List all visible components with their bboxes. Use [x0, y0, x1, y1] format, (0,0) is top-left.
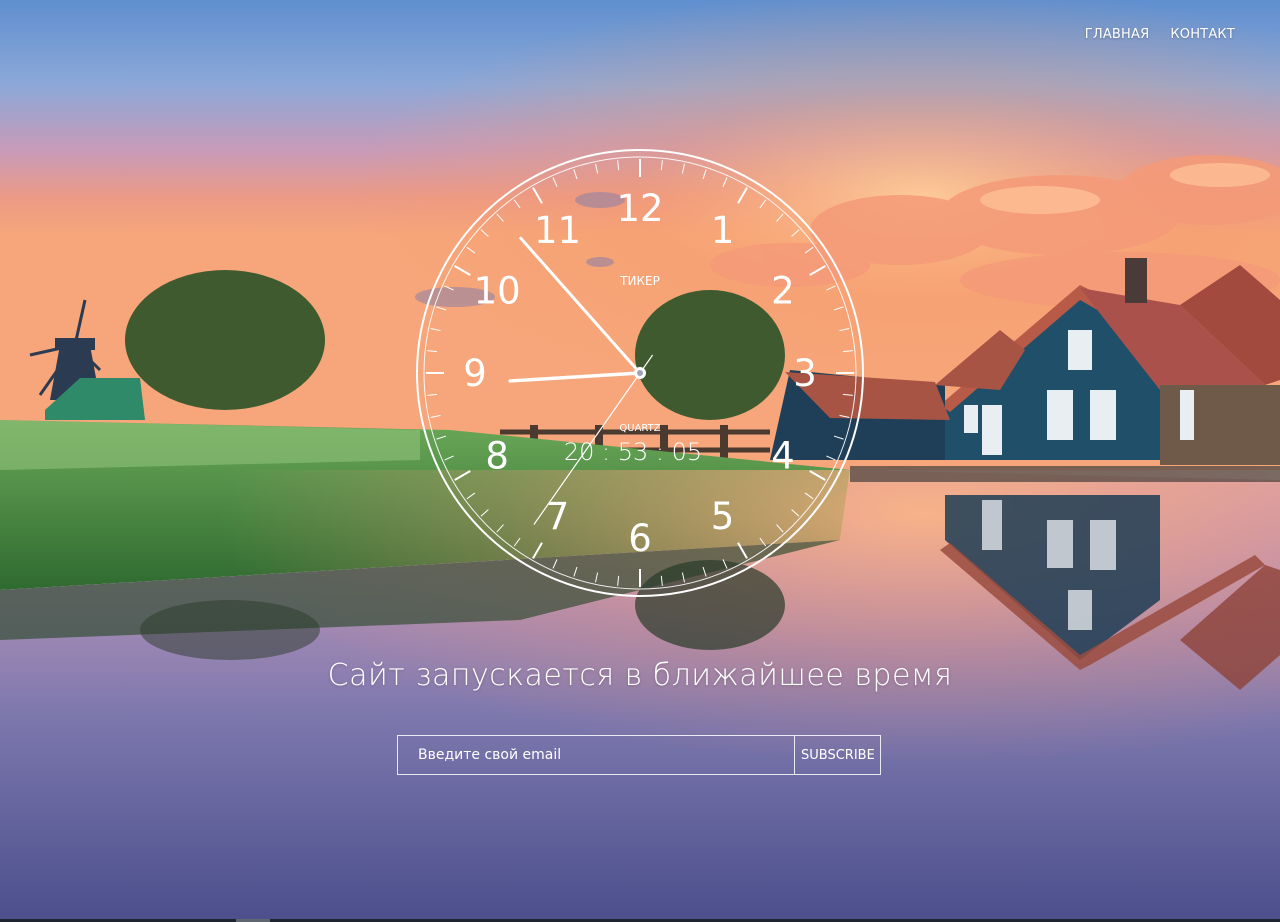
minute-tick: [480, 509, 489, 517]
minute-tick: [552, 559, 558, 569]
minute-tick: [722, 559, 728, 569]
minute-tick: [595, 572, 599, 583]
hour-tick: [532, 187, 543, 204]
minute-tick: [660, 575, 663, 586]
minute-tick: [430, 328, 441, 332]
minute-tick: [681, 572, 685, 583]
clock-numeral: 5: [711, 495, 735, 538]
nav-link-contact[interactable]: КОНТАКТ: [1170, 27, 1235, 42]
clock-numeral: 11: [534, 209, 581, 252]
subscribe-button[interactable]: SUBSCRIBE: [794, 736, 881, 774]
clock-numeral: 4: [771, 435, 795, 478]
minute-tick: [804, 492, 814, 500]
minute-tick: [776, 524, 784, 533]
minute-tick: [833, 435, 844, 440]
minute-tick: [430, 414, 441, 418]
minute-tick: [617, 575, 620, 586]
minute-tick: [617, 160, 620, 171]
hour-tick: [809, 265, 826, 276]
minute-tick: [427, 350, 438, 353]
minute-tick: [496, 524, 504, 533]
minute-tick: [842, 393, 853, 396]
minute-tick: [513, 537, 521, 547]
clock-numeral: 10: [474, 270, 521, 313]
minute-tick: [513, 199, 521, 209]
minute-tick: [436, 435, 447, 440]
clock-numeral: 7: [546, 495, 570, 538]
clock-numeral: 3: [793, 352, 817, 395]
minute-tick: [759, 199, 767, 209]
minute-tick: [480, 229, 489, 237]
minute-tick: [839, 414, 850, 418]
hour-tick: [532, 542, 543, 559]
clock-numeral: 12: [616, 187, 663, 230]
subscribe-form: SUBSCRIBE: [397, 735, 881, 775]
minute-tick: [842, 350, 853, 353]
minute-tick: [759, 537, 767, 547]
minute-tick: [791, 509, 800, 517]
minute-tick: [722, 177, 728, 187]
hour-tick: [737, 542, 748, 559]
minute-tick: [839, 328, 850, 332]
hour-tick: [454, 470, 471, 481]
hour-hand: [508, 371, 642, 383]
hour-tick: [454, 265, 471, 276]
clock-brand: ТИКЕР: [619, 274, 660, 288]
minute-tick: [702, 169, 707, 180]
clock-numeral: 9: [463, 352, 487, 395]
minute-tick: [791, 229, 800, 237]
top-nav: ГЛАВНАЯ КОНТАКТ: [1085, 27, 1235, 42]
clock-numeral: 6: [628, 517, 652, 560]
clock-subbrand: QUARTZ: [619, 423, 660, 434]
minute-tick: [702, 566, 707, 577]
minute-tick: [552, 177, 558, 187]
minute-tick: [573, 169, 578, 180]
minute-tick: [660, 160, 663, 171]
minute-tick: [833, 306, 844, 311]
minute-tick: [436, 306, 447, 311]
minute-tick: [496, 213, 504, 222]
minute-tick: [573, 566, 578, 577]
minute-tick: [466, 492, 476, 500]
clock-numeral: 2: [771, 270, 795, 313]
minute-tick: [595, 163, 599, 174]
hour-tick: [809, 470, 826, 481]
minute-hand: [519, 236, 642, 375]
minute-tick: [466, 246, 476, 254]
analog-clock: 121234567891011 ТИКЕР QUARTZ 20 : 53 : 0…: [416, 149, 864, 597]
minute-tick: [804, 246, 814, 254]
minute-tick: [826, 285, 836, 291]
clock-numeral: 8: [485, 435, 509, 478]
minute-tick: [427, 393, 438, 396]
minute-tick: [826, 455, 836, 461]
launch-headline: Сайт запускается в ближайшее время: [327, 658, 953, 693]
minute-tick: [444, 455, 454, 461]
minute-tick: [681, 163, 685, 174]
email-input[interactable]: [398, 736, 794, 774]
clock-numeral: 1: [711, 209, 735, 252]
minute-tick: [444, 285, 454, 291]
hour-tick: [737, 187, 748, 204]
minute-tick: [776, 213, 784, 222]
nav-link-home[interactable]: ГЛАВНАЯ: [1085, 27, 1150, 42]
